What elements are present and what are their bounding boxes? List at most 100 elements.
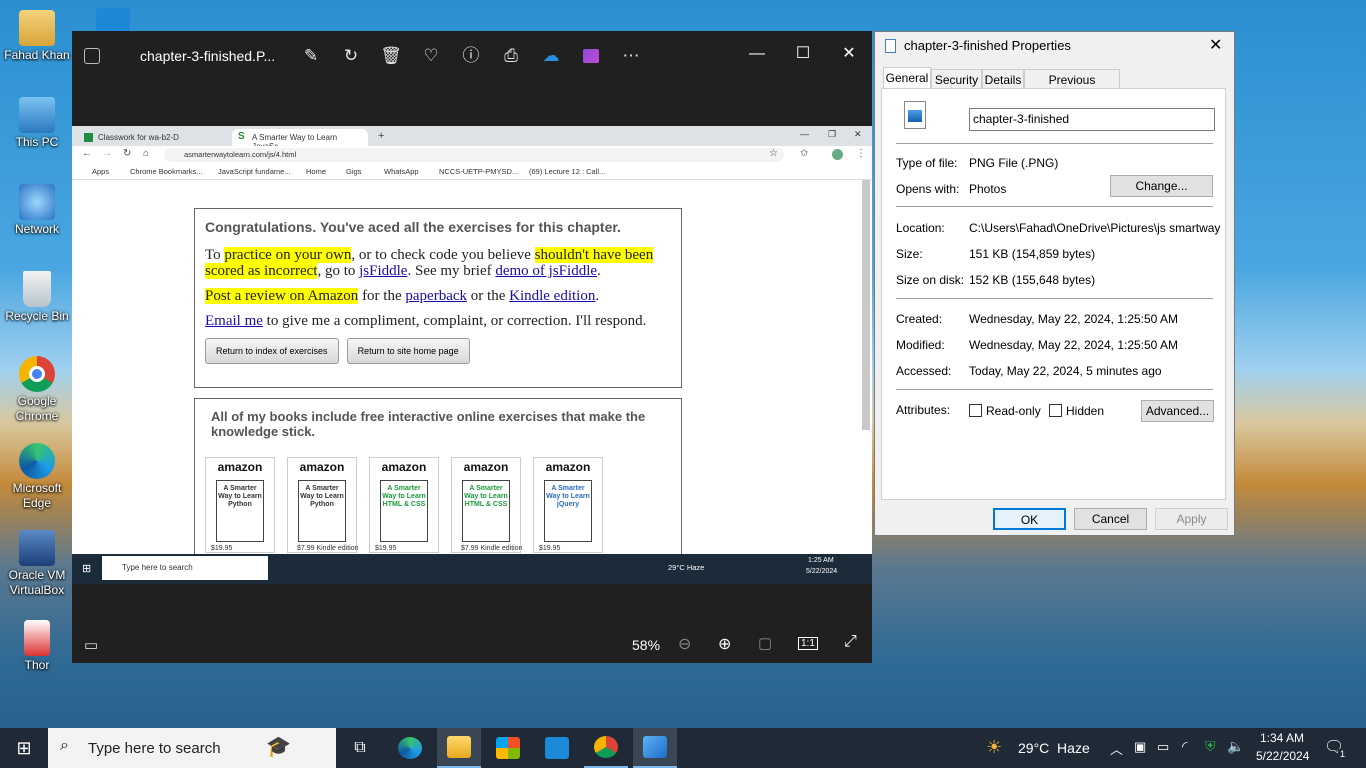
- delete-icon[interactable]: 🗑: [378, 43, 404, 69]
- edit-icon[interactable]: ✎: [298, 43, 324, 69]
- info-icon[interactable]: ⓘ: [458, 43, 484, 69]
- heart-icon[interactable]: ♡: [418, 43, 444, 69]
- forward-icon[interactable]: →: [102, 148, 112, 159]
- zoom-out-icon[interactable]: ⊖: [678, 634, 691, 654]
- bookmark-chrome[interactable]: Chrome Bookmarks...: [130, 167, 203, 176]
- advanced-button[interactable]: Advanced...: [1141, 400, 1214, 422]
- vscode-icon[interactable]: [96, 8, 130, 32]
- taskbar-chrome[interactable]: [584, 728, 628, 768]
- home-icon[interactable]: ⌂: [143, 148, 149, 159]
- tab-previous-versions[interactable]: Previous Versions: [1024, 69, 1120, 101]
- dialog-close-button[interactable]: ✕: [1209, 35, 1222, 55]
- chrome-minimize-icon[interactable]: —: [800, 129, 809, 139]
- gallery-icon[interactable]: [84, 48, 100, 64]
- tab-security[interactable]: Security: [931, 69, 982, 89]
- bookmark-whatsapp[interactable]: WhatsApp: [384, 167, 419, 176]
- book-card[interactable]: amazon A Smarter Way to Learn HTML & CSS: [451, 457, 521, 553]
- close-button[interactable]: ✕: [834, 39, 864, 69]
- desktop-icon-this-pc[interactable]: This PC: [0, 97, 74, 150]
- readonly-checkbox[interactable]: Read-only: [969, 404, 1041, 418]
- wifi-icon[interactable]: ◜: [1182, 738, 1187, 755]
- checkbox-box[interactable]: [969, 404, 982, 417]
- page-scrollbar[interactable]: [862, 180, 870, 430]
- desktop-icon-chrome[interactable]: Google Chrome: [0, 356, 74, 424]
- print-icon[interactable]: ⎙: [498, 43, 524, 69]
- taskbar-search-box[interactable]: ⌕ Type here to search 🎓: [48, 728, 336, 768]
- cancel-button[interactable]: Cancel: [1074, 508, 1147, 530]
- book-card[interactable]: amazon A Smarter Way to Learn Python: [287, 457, 357, 553]
- bookmark-lecture[interactable]: (69) Lecture 12 : Call...: [529, 167, 605, 176]
- onedrive-icon[interactable]: ☁: [538, 43, 564, 69]
- minimize-button[interactable]: —: [742, 39, 772, 69]
- more-icon[interactable]: ⋯: [618, 43, 644, 69]
- desktop-icon-network[interactable]: Network: [0, 184, 74, 237]
- inner-start-icon: ⊞: [82, 563, 92, 575]
- address-bar[interactable]: asmarterwaytolearn.com/js/4.html: [164, 148, 784, 162]
- filmstrip-icon[interactable]: ▭: [84, 636, 98, 654]
- taskbar-mail[interactable]: [535, 728, 579, 768]
- ok-button[interactable]: OK: [993, 508, 1066, 530]
- taskbar-photos[interactable]: [633, 728, 677, 768]
- bookmark-icon[interactable]: ✩: [800, 148, 808, 159]
- checkbox-box[interactable]: [1049, 404, 1062, 417]
- shield-icon[interactable]: ⛨: [1205, 738, 1216, 755]
- chrome-close-icon[interactable]: ✕: [854, 129, 862, 140]
- return-home-button[interactable]: Return to site home page: [346, 338, 470, 364]
- taskbar-time[interactable]: 1:34 AM: [1260, 731, 1304, 745]
- taskbar-edge[interactable]: [388, 728, 432, 768]
- filename-input[interactable]: chapter-3-finished: [969, 108, 1215, 131]
- rotate-icon[interactable]: ↻: [338, 43, 364, 69]
- chrome-restore-icon[interactable]: ❐: [828, 129, 836, 140]
- task-view-button[interactable]: ⧉: [338, 728, 382, 768]
- zoom-in-icon[interactable]: ⊕: [718, 634, 731, 654]
- bookmark-apps[interactable]: Apps: [92, 167, 109, 176]
- jsfiddle-link[interactable]: jsFiddle: [359, 263, 407, 279]
- maximize-button[interactable]: ☐: [788, 39, 818, 69]
- tab-details[interactable]: Details: [982, 69, 1024, 89]
- star-icon[interactable]: ☆: [769, 148, 778, 159]
- size-disk-value: 152 KB (155,648 bytes): [969, 273, 1096, 287]
- return-index-button[interactable]: Return to index of exercises: [205, 338, 339, 364]
- bookmark-nccs[interactable]: NCCS-UETP-PMYSD...: [439, 167, 518, 176]
- book-card[interactable]: amazon A Smarter Way to Learn jQuery: [533, 457, 603, 553]
- apply-button[interactable]: Apply: [1155, 508, 1228, 530]
- taskbar-date[interactable]: 5/22/2024: [1256, 749, 1309, 763]
- volume-icon[interactable]: 🔈: [1227, 738, 1244, 755]
- back-icon[interactable]: ←: [82, 148, 92, 159]
- camera-icon[interactable]: ▣: [1134, 739, 1146, 755]
- fit-icon[interactable]: ▢: [758, 634, 772, 652]
- taskbar-file-explorer[interactable]: [437, 728, 481, 768]
- bookmark-home[interactable]: Home: [306, 167, 326, 176]
- desktop-icon-user[interactable]: Fahad Khan: [0, 10, 74, 63]
- start-button[interactable]: ⊞: [0, 728, 48, 768]
- properties-title: chapter-3-finished Properties: [904, 38, 1071, 53]
- battery-icon[interactable]: ▭: [1157, 739, 1169, 755]
- hidden-checkbox[interactable]: Hidden: [1049, 404, 1104, 418]
- book-card[interactable]: amazon A Smarter Way to Learn Python: [205, 457, 275, 553]
- change-button[interactable]: Change...: [1110, 175, 1213, 197]
- taskbar-weather[interactable]: 29°C Haze: [1018, 740, 1090, 756]
- profile-avatar[interactable]: [832, 149, 843, 160]
- desktop-icon-virtualbox[interactable]: Oracle VM VirtualBox: [0, 530, 74, 598]
- paperback-link[interactable]: paperback: [405, 288, 467, 304]
- kindle-link[interactable]: Kindle edition: [509, 288, 595, 304]
- bookmark-js[interactable]: JavaScript fundame...: [218, 167, 291, 176]
- bookmark-gigs[interactable]: Gigs: [346, 167, 361, 176]
- desktop-icon-recycle-bin[interactable]: Recycle Bin: [0, 271, 74, 324]
- tab-general[interactable]: General: [883, 67, 931, 89]
- taskbar-store[interactable]: [486, 728, 530, 768]
- fullscreen-icon[interactable]: ⤢: [844, 633, 857, 651]
- desktop-icon-thor[interactable]: Thor: [0, 620, 74, 673]
- chrome-tab-classwork[interactable]: Classwork for wa-b2-D: [78, 129, 226, 146]
- book-card[interactable]: amazon A Smarter Way to Learn HTML & CSS: [369, 457, 439, 553]
- demo-jsfiddle-link[interactable]: demo of jsFiddle: [495, 263, 597, 279]
- new-tab-icon[interactable]: +: [378, 130, 384, 142]
- chevron-up-icon[interactable]: ︿: [1110, 739, 1123, 758]
- clipchamp-icon[interactable]: [578, 43, 604, 69]
- desktop-icon-edge[interactable]: Microsoft Edge: [0, 443, 74, 511]
- chrome-tab-smarter[interactable]: S A Smarter Way to Learn JavaSc...: [232, 129, 368, 151]
- reload-icon[interactable]: ↻: [123, 148, 131, 159]
- menu-icon[interactable]: ⋮: [856, 148, 866, 159]
- email-link[interactable]: Email me: [205, 313, 263, 329]
- actual-size-icon[interactable]: 1:1: [798, 637, 818, 650]
